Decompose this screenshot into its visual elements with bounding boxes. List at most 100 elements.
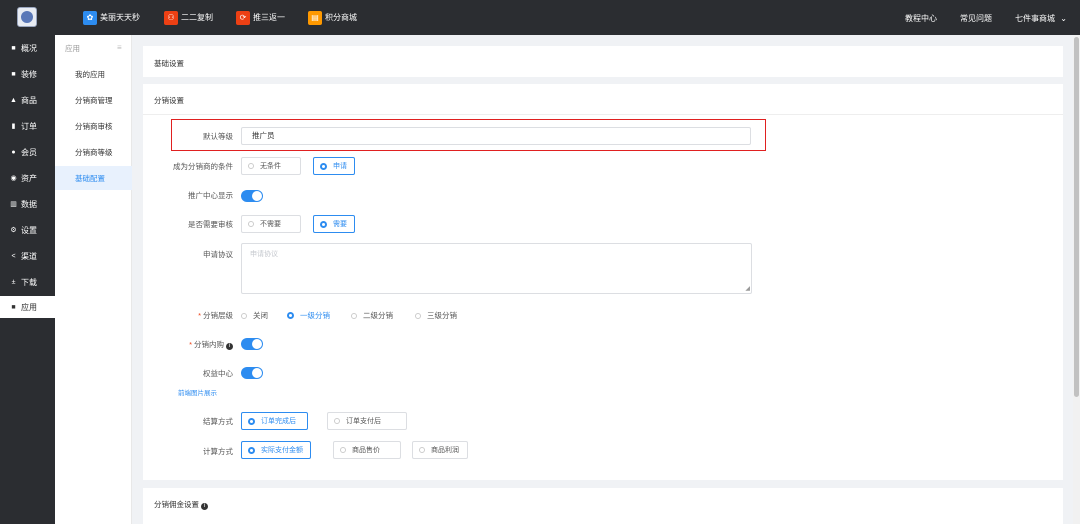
panel-title: 分销设置 xyxy=(154,96,184,105)
audit-label: 是否需要审核 xyxy=(188,220,233,229)
option-label: 订单完成后 xyxy=(261,418,296,425)
data-icon: ▥ xyxy=(10,201,17,208)
sidebar-item-label: 数据 xyxy=(21,199,37,209)
submenu-item-distributor-manage[interactable]: 分销商管理 xyxy=(55,88,132,112)
sidebar-item-label: 装修 xyxy=(21,69,37,79)
radio-checked-icon xyxy=(287,312,294,319)
settle-option-complete[interactable]: 订单完成后 xyxy=(241,412,308,430)
topnav-item-copy[interactable]: ⚇ 二二复制 xyxy=(164,10,213,25)
inner-buy-label-text: 分销内购 xyxy=(194,340,224,349)
submenu-item-my-apps[interactable]: 我的应用 xyxy=(55,62,132,86)
agreement-textarea[interactable]: 申请协议 ◢ xyxy=(241,243,752,294)
level-option-one[interactable]: 一级分销 xyxy=(287,310,330,321)
option-label: 申请 xyxy=(333,163,347,170)
channel-icon: < xyxy=(11,252,16,260)
agreement-label: 申请协议 xyxy=(203,250,233,259)
topnav-item-refer[interactable]: ⟳ 推三返一 xyxy=(236,10,285,25)
sidebar-item-decorate[interactable]: ■ 装修 xyxy=(0,63,55,85)
download-icon: ± xyxy=(11,278,16,286)
center-show-toggle[interactable] xyxy=(241,190,263,202)
member-icon: ● xyxy=(11,148,16,156)
topnav-item-meili[interactable]: ✿ 美丽天天秒 xyxy=(83,10,140,25)
option-label: 关闭 xyxy=(253,311,268,320)
page-scrollbar[interactable] xyxy=(1073,35,1080,524)
store-name: 七件事商城 xyxy=(1015,14,1055,23)
shop-icon: ▤ xyxy=(308,10,322,25)
option-label: 一级分销 xyxy=(300,311,330,320)
radio-icon xyxy=(248,221,254,227)
info-icon[interactable]: i xyxy=(201,503,208,510)
radio-checked-icon xyxy=(320,220,327,228)
overview-icon: ■ xyxy=(11,44,16,52)
option-label: 商品利润 xyxy=(431,447,459,454)
level-label: * 分销层级 xyxy=(198,311,233,320)
level-option-off[interactable]: 关闭 xyxy=(241,310,268,321)
highlight-box xyxy=(171,119,766,151)
submenu-header: 应用 ≡ xyxy=(55,35,132,59)
calc-option-actual-paid[interactable]: 实际支付金额 xyxy=(241,441,311,459)
sidebar-item-goods[interactable]: ▲ 商品 xyxy=(0,89,55,111)
level-option-three[interactable]: 三级分销 xyxy=(415,310,457,321)
option-label: 二级分销 xyxy=(363,311,393,320)
commission-settings-panel: 分销佣金设置 i xyxy=(143,488,1063,524)
sidebar-item-label: 商品 xyxy=(21,95,37,105)
radio-checked-icon xyxy=(248,446,255,454)
topnav-item-points-mall[interactable]: ▤ 积分商城 xyxy=(308,10,357,25)
radio-icon xyxy=(248,163,254,169)
topnav-label: 美丽天天秒 xyxy=(100,13,140,22)
topnav-label: 二二复制 xyxy=(181,13,213,22)
sidebar-item-order[interactable]: ▮ 订单 xyxy=(0,115,55,137)
settle-option-paid[interactable]: 订单支付后 xyxy=(327,412,407,430)
option-label: 三级分销 xyxy=(427,311,457,320)
sidebar-item-data[interactable]: ▥ 数据 xyxy=(0,193,55,215)
resize-grip-icon[interactable]: ◢ xyxy=(745,285,750,292)
calc-option-profit[interactable]: 商品利润 xyxy=(412,441,468,459)
share-icon: ⟳ xyxy=(236,10,250,25)
tutorial-link[interactable]: 教程中心 xyxy=(905,13,937,24)
option-label: 需要 xyxy=(333,221,347,228)
decorate-icon: ■ xyxy=(11,70,16,78)
audit-option-no[interactable]: 不需要 xyxy=(241,215,301,233)
radio-icon xyxy=(241,312,247,319)
radio-icon xyxy=(419,447,425,453)
radio-icon xyxy=(351,312,357,319)
calc-label: 计算方式 xyxy=(203,447,233,456)
sidebar-item-asset[interactable]: ◉ 资产 xyxy=(0,167,55,189)
inner-buy-label: * 分销内购 i xyxy=(113,339,233,350)
faq-link[interactable]: 常见问题 xyxy=(960,13,992,24)
submenu-title: 应用 xyxy=(65,44,80,53)
app-logo[interactable] xyxy=(17,7,37,27)
topnav-label: 积分商城 xyxy=(325,13,357,22)
network-icon: ⚇ xyxy=(164,10,178,25)
rights-label: 权益中心 xyxy=(203,369,233,378)
sidebar-item-label: 资产 xyxy=(21,173,37,183)
radio-icon xyxy=(415,312,421,319)
sidebar-item-overview[interactable]: ■ 概况 xyxy=(0,37,55,59)
panel-title: 基础设置 xyxy=(154,59,184,68)
sidebar-item-member[interactable]: ● 会员 xyxy=(0,141,55,163)
store-switcher[interactable]: 七件事商城 ⌄ xyxy=(1015,13,1067,24)
sidebar-item-app[interactable]: ■ 应用 xyxy=(0,296,55,318)
inner-buy-toggle[interactable] xyxy=(241,338,263,350)
sidebar-item-channel[interactable]: < 渠道 xyxy=(0,245,55,267)
rights-toggle[interactable] xyxy=(241,367,263,379)
scrollbar-thumb[interactable] xyxy=(1074,37,1079,397)
audit-option-yes[interactable]: 需要 xyxy=(313,215,355,233)
chevron-down-icon: ⌄ xyxy=(1060,14,1067,23)
sidebar-item-download[interactable]: ± 下载 xyxy=(0,271,55,293)
asset-icon: ◉ xyxy=(10,175,17,182)
settings-icon: ⚙ xyxy=(10,227,17,234)
main-sidebar: ■ 概况 ■ 装修 ▲ 商品 ▮ 订单 ● 会员 ◉ 资产 ▥ 数据 ⚙ 设置 < 渠道 ± 下载 … xyxy=(0,35,55,524)
panel-title: 分销佣金设置 i xyxy=(154,499,208,510)
sidebar-item-label: 应用 xyxy=(21,302,37,312)
calc-option-price[interactable]: 商品售价 xyxy=(333,441,401,459)
sidebar-item-settings[interactable]: ⚙ 设置 xyxy=(0,219,55,241)
front-image-link[interactable]: 前端图片展示 xyxy=(178,387,217,397)
level-option-two[interactable]: 二级分销 xyxy=(351,310,393,321)
menu-collapse-icon[interactable]: ≡ xyxy=(117,43,122,52)
info-icon[interactable]: i xyxy=(226,343,233,350)
condition-option-apply[interactable]: 申请 xyxy=(313,157,355,175)
condition-option-none[interactable]: 无条件 xyxy=(241,157,301,175)
basic-settings-panel: 基础设置 xyxy=(143,46,1063,77)
sidebar-item-label: 设置 xyxy=(21,225,37,235)
